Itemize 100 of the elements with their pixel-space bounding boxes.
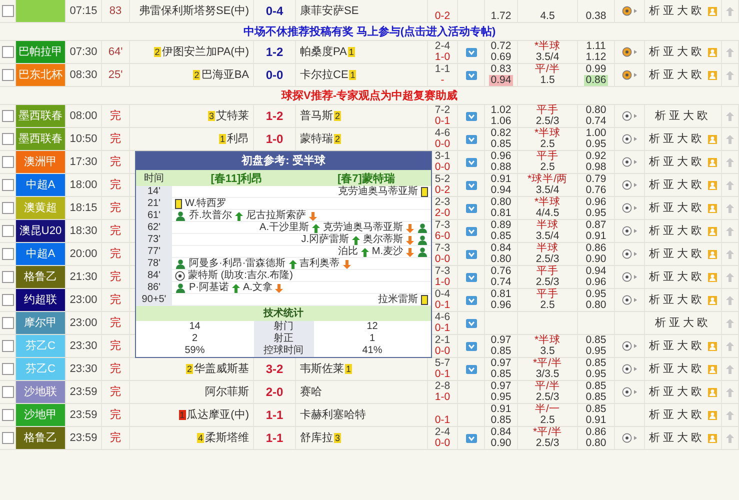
checkbox[interactable] [2,225,14,237]
checkbox[interactable] [2,133,14,145]
checkbox[interactable] [2,340,14,352]
up-arrow-icon[interactable] [726,388,734,396]
ball-icon[interactable] [622,180,638,190]
ball-icon[interactable] [622,295,638,305]
person-icon[interactable] [708,70,717,80]
league-label[interactable]: 格鲁乙 [16,427,65,449]
up-arrow-icon[interactable] [726,204,734,212]
dropdown-icon[interactable] [466,342,476,350]
league-label[interactable]: 澳昆U20 [16,220,65,242]
person-icon[interactable] [708,48,717,56]
promo-link[interactable]: 球探V推荐-专家观点为中超复赛助威 [282,88,458,103]
up-arrow-icon[interactable] [726,364,734,374]
checkbox[interactable] [2,69,14,81]
up-arrow-icon[interactable] [726,410,734,420]
analysis-links[interactable]: 析亚大欧 [649,6,705,16]
checkbox[interactable] [2,5,14,17]
analysis-links[interactable]: 析亚大欧 [655,318,711,328]
analysis-links[interactable]: 析亚大欧 [649,156,705,168]
analysis-links[interactable]: 析亚大欧 [649,248,705,260]
person-icon[interactable] [708,226,717,236]
analysis-links[interactable]: 析亚大欧 [649,364,705,374]
home-team[interactable]: 巴海亚BA [201,70,249,80]
ball-icon[interactable] [622,364,638,374]
ball-icon[interactable] [622,70,638,80]
person-icon[interactable] [708,296,717,304]
person-icon[interactable] [708,250,717,258]
ball-icon[interactable] [622,6,638,16]
ball-icon[interactable] [622,387,638,397]
person-icon[interactable] [708,272,717,282]
checkbox[interactable] [2,432,14,444]
up-arrow-icon[interactable] [726,180,734,190]
dropdown-icon[interactable] [466,180,476,190]
dropdown-icon[interactable] [466,48,476,56]
ball-icon[interactable] [622,226,638,236]
dropdown-icon[interactable] [466,112,476,120]
dropdown-icon[interactable] [466,434,476,442]
ball-icon[interactable] [622,341,638,351]
away-team[interactable]: 普马斯 [300,110,333,122]
checkbox[interactable] [2,156,14,168]
analysis-links[interactable]: 析亚大欧 [649,226,705,236]
person-icon[interactable] [708,388,717,396]
person-icon[interactable] [708,180,717,190]
analysis-links[interactable]: 析亚大欧 [649,46,705,58]
home-team[interactable]: 瓜达摩亚(中) [186,410,249,420]
ball-icon[interactable] [622,249,638,259]
analysis-links[interactable]: 析亚大欧 [649,294,705,306]
analysis-links[interactable]: 析亚大欧 [655,110,711,122]
ball-icon[interactable] [622,203,638,213]
up-arrow-icon[interactable] [726,158,734,166]
ball-icon[interactable] [622,157,638,167]
person-icon[interactable] [708,364,717,374]
person-icon[interactable] [708,158,717,166]
up-arrow-icon[interactable] [726,48,734,56]
away-team[interactable]: 赛哈 [300,386,322,398]
home-team[interactable]: 艾特莱 [216,110,249,122]
ball-icon[interactable] [622,134,638,144]
dropdown-icon[interactable] [466,250,476,258]
person-icon[interactable] [708,342,717,350]
person-icon[interactable] [708,134,717,144]
analysis-links[interactable]: 析亚大欧 [649,432,705,444]
checkbox[interactable] [2,363,14,375]
dropdown-icon[interactable] [466,296,476,304]
ball-icon[interactable] [622,272,638,282]
analysis-links[interactable]: 析亚大欧 [649,340,705,352]
league-label[interactable]: 中超A [16,174,65,196]
up-arrow-icon[interactable] [726,112,734,120]
away-team[interactable]: 卡尔拉CE [300,70,348,80]
dropdown-icon[interactable] [466,364,476,374]
home-team[interactable]: 阿尔菲斯 [205,386,249,398]
away-team[interactable]: 舒库拉 [300,432,333,444]
checkbox[interactable] [2,409,14,421]
ball-icon[interactable] [622,433,638,443]
checkbox[interactable] [2,248,14,260]
away-team[interactable]: 蒙特瑞 [300,134,333,144]
away-team[interactable]: 康菲安萨SE [300,6,359,16]
checkbox[interactable] [2,46,14,58]
up-arrow-icon[interactable] [726,250,734,258]
ball-icon[interactable] [622,47,638,57]
league-label[interactable]: 摩尔甲 [16,312,65,334]
checkbox[interactable] [2,179,14,191]
analysis-links[interactable]: 析亚大欧 [649,180,705,190]
league-label[interactable]: 巴帕拉甲 [16,41,65,63]
away-team[interactable]: 卡赫利塞哈特 [300,410,366,420]
checkbox[interactable] [2,110,14,122]
away-team[interactable]: 帕桑度PA [300,46,347,58]
up-arrow-icon[interactable] [726,296,734,304]
analysis-links[interactable]: 析亚大欧 [649,272,705,282]
home-team[interactable]: 柔斯塔维 [205,432,249,444]
checkbox[interactable] [2,271,14,283]
away-team[interactable]: 韦斯佐莱 [300,364,344,374]
up-arrow-icon[interactable] [726,434,734,442]
analysis-links[interactable]: 析亚大欧 [649,410,705,420]
ball-icon[interactable] [622,111,638,121]
home-team[interactable]: 华盖威斯基 [194,364,249,374]
analysis-links[interactable]: 析亚大欧 [649,386,705,398]
person-icon[interactable] [708,6,717,16]
league-label[interactable]: 约超联 [16,289,65,311]
dropdown-icon[interactable] [466,204,476,212]
